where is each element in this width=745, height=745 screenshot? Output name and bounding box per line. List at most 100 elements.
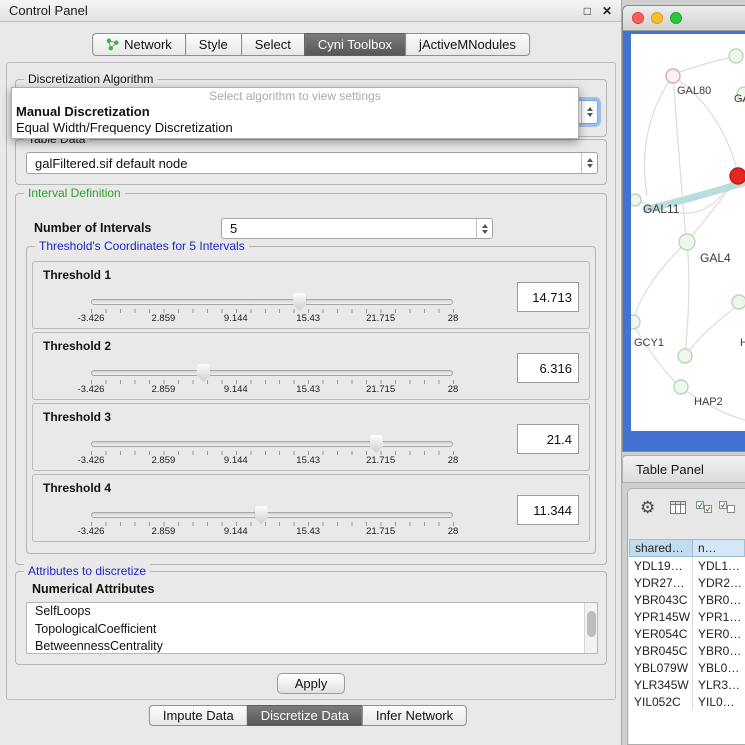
tab-label: Discretize Data bbox=[261, 708, 349, 723]
tick-label: 15.43 bbox=[296, 313, 320, 324]
network-node[interactable] bbox=[631, 315, 640, 329]
threshold-value-field[interactable]: 6.316 bbox=[517, 353, 579, 383]
attribute-item[interactable]: TopologicalCoefficient bbox=[27, 621, 597, 639]
network-node-selected[interactable] bbox=[730, 168, 745, 184]
table-cell: YER0… bbox=[693, 625, 745, 642]
network-node[interactable] bbox=[678, 349, 692, 363]
table-data-group: Table Data galFiltered.sif default node bbox=[15, 139, 607, 185]
network-node[interactable] bbox=[732, 295, 745, 309]
network-node[interactable] bbox=[729, 49, 743, 63]
tab-impute-data[interactable]: Impute Data bbox=[149, 705, 248, 726]
network-node[interactable] bbox=[679, 234, 695, 250]
threshold-slider-track[interactable] bbox=[91, 512, 453, 518]
tick-label: 9.144 bbox=[224, 526, 248, 537]
table-row[interactable]: YDL19…YDL1… bbox=[629, 557, 745, 574]
tick-label: -3.426 bbox=[78, 313, 105, 324]
tab-label: jActiveMNodules bbox=[419, 37, 516, 52]
table-cell: YDR2… bbox=[693, 574, 745, 591]
node-label: H bbox=[740, 337, 745, 349]
network-node[interactable] bbox=[631, 194, 641, 206]
attribute-item[interactable]: BetweennessCentrality bbox=[27, 638, 597, 654]
group-title-attributes: Attributes to discretize bbox=[24, 564, 150, 578]
threshold-value-field[interactable]: 11.344 bbox=[517, 495, 579, 525]
table-cell: YIL052C bbox=[629, 693, 693, 710]
table-cell: YDR27… bbox=[629, 574, 693, 591]
tab-label: Infer Network bbox=[376, 708, 453, 723]
slider-scale: -3.4262.8599.14415.4321.71528 bbox=[91, 455, 453, 467]
tab-network[interactable]: Network bbox=[92, 33, 186, 56]
table-cell: YBR043C bbox=[629, 591, 693, 608]
apply-button[interactable]: Apply bbox=[277, 673, 345, 694]
num-intervals-label: Number of Intervals bbox=[34, 221, 151, 235]
table-row[interactable]: YER054CYER0… bbox=[629, 625, 745, 642]
threshold-slider-track[interactable] bbox=[91, 370, 453, 376]
tab-jactivemnodules[interactable]: jActiveMNodules bbox=[405, 33, 530, 56]
tick-label: 9.144 bbox=[224, 455, 248, 466]
combobox-stepper-icon[interactable] bbox=[581, 101, 597, 123]
table-cell: YBR045C bbox=[629, 642, 693, 659]
threshold-value-field[interactable]: 21.4 bbox=[517, 424, 579, 454]
control-panel: Control Panel □ ✕ NetworkStyleSelectCyni… bbox=[0, 0, 622, 745]
threshold-slider-track[interactable] bbox=[91, 299, 453, 305]
tick-label: 2.859 bbox=[152, 526, 176, 537]
gear-icon[interactable]: ⚙ bbox=[640, 499, 655, 516]
numerical-attributes-list[interactable]: SelfLoopsTopologicalCoefficientBetweenne… bbox=[26, 602, 598, 654]
table-row[interactable]: YPR145WYPR1… bbox=[629, 608, 745, 625]
tab-cyni-toolbox[interactable]: Cyni Toolbox bbox=[304, 33, 406, 56]
tab-infer-network[interactable]: Infer Network bbox=[362, 705, 467, 726]
close-button[interactable] bbox=[632, 12, 644, 24]
zoom-button[interactable] bbox=[670, 12, 682, 24]
tab-style[interactable]: Style bbox=[185, 33, 242, 56]
table-row[interactable]: YBR045CYBR0… bbox=[629, 642, 745, 659]
attribute-item[interactable]: SelfLoops bbox=[27, 603, 597, 621]
float-window-icon[interactable]: □ bbox=[584, 4, 591, 18]
thresholds-container: Threshold 1-3.4262.8599.14415.4321.71528… bbox=[32, 261, 590, 545]
dropdown-item[interactable]: Equal Width/Frequency Discretization bbox=[12, 120, 578, 136]
close-panel-icon[interactable]: ✕ bbox=[602, 4, 612, 18]
tab-label: Cyni Toolbox bbox=[318, 37, 392, 52]
select-all-columns-icon[interactable] bbox=[696, 501, 713, 519]
tick-label: 15.43 bbox=[296, 526, 320, 537]
table-cell: YDL19… bbox=[629, 557, 693, 574]
table-data-combobox[interactable]: galFiltered.sif default node bbox=[26, 152, 598, 174]
table-row[interactable]: YBR043CYBR0… bbox=[629, 591, 745, 608]
node-label: HAP2 bbox=[694, 396, 723, 408]
combobox-stepper-icon[interactable] bbox=[476, 219, 492, 238]
network-node[interactable] bbox=[674, 380, 688, 394]
threshold-label: Threshold 4 bbox=[43, 481, 111, 495]
table-row[interactable]: YIL052CYIL0… bbox=[629, 693, 745, 710]
tick-label: 2.859 bbox=[152, 455, 176, 466]
combobox-stepper-icon[interactable] bbox=[581, 153, 597, 173]
tick-label: 28 bbox=[448, 313, 459, 324]
tick-label: 2.859 bbox=[152, 313, 176, 324]
num-intervals-combobox[interactable]: 5 bbox=[221, 218, 493, 239]
table-row[interactable]: YBL079WYBL0… bbox=[629, 659, 745, 676]
slider-scale: -3.4262.8599.14415.4321.71528 bbox=[91, 384, 453, 396]
network-canvas[interactable]: GAL80 GA GAL11 GAL4 GCY1 H HAP2 bbox=[631, 34, 745, 431]
tab-select[interactable]: Select bbox=[241, 33, 305, 56]
columns-icon[interactable] bbox=[670, 501, 686, 519]
tick-label: 15.43 bbox=[296, 384, 320, 395]
threshold-slider-track[interactable] bbox=[91, 441, 453, 447]
threshold-value-field[interactable]: 14.713 bbox=[517, 282, 579, 312]
bottom-tab-bar: Impute Data Discretize Data Infer Network bbox=[149, 705, 467, 726]
dropdown-prompt: Select algorithm to view settings bbox=[12, 88, 578, 104]
table-header-row: shared… n… bbox=[629, 539, 745, 557]
deselect-columns-icon[interactable] bbox=[719, 501, 736, 519]
tick-label: 28 bbox=[448, 526, 459, 537]
minimize-button[interactable] bbox=[651, 12, 663, 24]
tab-label: Style bbox=[199, 37, 228, 52]
tab-discretize-data[interactable]: Discretize Data bbox=[247, 705, 363, 726]
list-scrollbar[interactable] bbox=[584, 603, 597, 653]
node-label: GCY1 bbox=[634, 337, 664, 349]
scrollbar-thumb[interactable] bbox=[587, 611, 596, 637]
dropdown-item[interactable]: Manual Discretization bbox=[12, 104, 578, 120]
column-header[interactable]: n… bbox=[693, 539, 745, 557]
num-intervals-value: 5 bbox=[222, 221, 476, 236]
tick-label: 9.144 bbox=[224, 313, 248, 324]
network-node[interactable] bbox=[666, 69, 680, 83]
table-row[interactable]: YDR27…YDR2… bbox=[629, 574, 745, 591]
column-header[interactable]: shared… bbox=[629, 539, 693, 557]
table-row[interactable]: YLR345WYLR3… bbox=[629, 676, 745, 693]
threshold-panel-3: Threshold 3-3.4262.8599.14415.4321.71528… bbox=[32, 403, 590, 471]
